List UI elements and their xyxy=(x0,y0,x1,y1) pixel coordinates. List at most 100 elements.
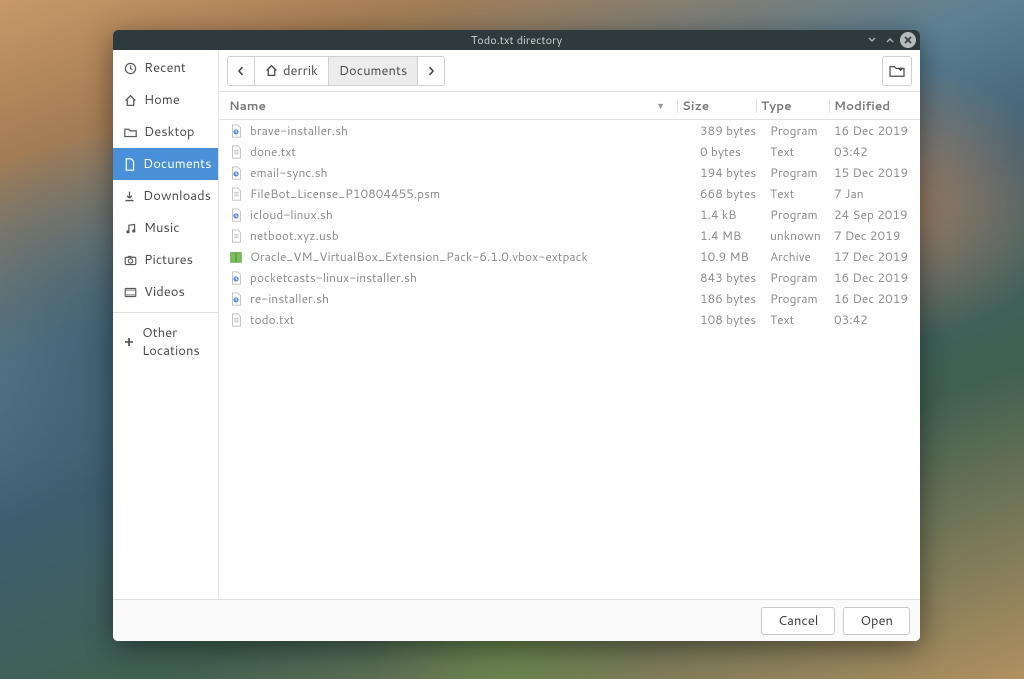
path-segment-home[interactable]: derrik xyxy=(255,57,329,85)
sidebar-item-downloads[interactable]: Downloads xyxy=(113,180,218,212)
file-row[interactable]: netboot.xyz.usb1.4 MBunknown7 Dec 2019 xyxy=(219,225,920,246)
file-name: netboot.xyz.usb xyxy=(250,227,339,244)
path-segment-label: derrik xyxy=(283,62,318,80)
file-type-icon xyxy=(229,229,243,243)
folder-icon xyxy=(123,126,137,139)
column-header-name[interactable]: Name ▼ xyxy=(219,97,673,114)
new-folder-button[interactable] xyxy=(882,56,912,86)
minimize-icon[interactable] xyxy=(864,32,880,48)
open-button[interactable]: Open xyxy=(843,607,910,635)
places-sidebar: Recent Home DesktopDocumentsDownloads Music… xyxy=(113,50,219,599)
column-header-size[interactable]: Size xyxy=(682,97,752,114)
file-modified: 24 Sep 2019 xyxy=(834,206,920,223)
file-row[interactable]: pocketcasts-linux-installer.sh 843 bytesP… xyxy=(219,267,920,288)
maximize-icon[interactable] xyxy=(882,32,898,48)
file-modified: 7 Jan xyxy=(834,185,920,202)
file-type: Program xyxy=(770,290,834,307)
file-modified: 03:42 xyxy=(834,311,920,328)
file-modified: 7 Dec 2019 xyxy=(834,227,920,244)
download-icon xyxy=(123,190,136,203)
file-name: re-installer.sh xyxy=(250,290,329,307)
video-icon xyxy=(123,286,137,299)
column-label: Name xyxy=(229,97,266,114)
sidebar-item-label: Videos xyxy=(144,283,185,301)
file-name: icloud-linux.sh xyxy=(250,206,333,223)
camera-icon xyxy=(123,254,137,267)
column-headers: Name ▼ Size Type Modified xyxy=(219,92,920,120)
window-title: Todo.txt directory xyxy=(471,32,562,48)
sidebar-item-recent[interactable]: Recent xyxy=(113,52,218,84)
sidebar-item-pictures[interactable]: Pictures xyxy=(113,244,218,276)
column-label: Type xyxy=(761,97,792,114)
file-size: 1.4 kB xyxy=(700,206,770,223)
file-type: Text xyxy=(770,143,834,160)
file-name: todo.txt xyxy=(250,311,294,328)
file-size: 843 bytes xyxy=(700,269,770,286)
file-type: Archive xyxy=(770,248,834,265)
file-name: pocketcasts-linux-installer.sh xyxy=(250,269,417,286)
path-forward-button[interactable] xyxy=(418,57,444,85)
file-row[interactable]: Oracle_VM_VirtualBox_Extension_Pack-6.1.… xyxy=(219,246,920,267)
sidebar-item-label: Music xyxy=(144,219,180,237)
plus-icon xyxy=(123,336,135,348)
file-size: 1.4 MB xyxy=(700,227,770,244)
file-type: Program xyxy=(770,122,834,139)
close-icon[interactable] xyxy=(900,32,916,48)
path-segment-current[interactable]: Documents xyxy=(329,57,419,85)
file-size: 108 bytes xyxy=(700,311,770,328)
sidebar-item-videos[interactable]: Videos xyxy=(113,276,218,308)
file-modified: 16 Dec 2019 xyxy=(834,122,920,139)
file-type-icon xyxy=(229,271,243,285)
file-size: 668 bytes xyxy=(700,185,770,202)
file-name: FileBot_License_P10804455.psm xyxy=(250,185,440,202)
column-label: Modified xyxy=(834,97,890,114)
file-type-icon xyxy=(229,124,243,138)
column-label: Size xyxy=(682,97,709,114)
file-row[interactable]: brave-installer.sh389 bytesProgram16 Dec… xyxy=(219,120,920,141)
file-type: Program xyxy=(770,269,834,286)
file-size: 10.9 MB xyxy=(700,248,770,265)
file-size: 194 bytes xyxy=(700,164,770,181)
file-size: 186 bytes xyxy=(700,290,770,307)
sidebar-item-other-locations[interactable]: Other Locations xyxy=(113,317,218,367)
file-modified: 16 Dec 2019 xyxy=(834,290,920,307)
file-type: Text xyxy=(770,185,834,202)
column-header-modified[interactable]: Modified xyxy=(834,97,920,114)
file-name: Oracle_VM_VirtualBox_Extension_Pack-6.1.… xyxy=(250,248,588,265)
path-back-button[interactable] xyxy=(228,57,255,85)
dialog-footer: Cancel Open xyxy=(113,599,920,641)
file-row[interactable]: icloud-linux.sh 1.4 kBProgram24 Sep 2019 xyxy=(219,204,920,225)
sidebar-item-documents[interactable]: Documents xyxy=(113,148,218,180)
file-row[interactable]: email-sync.sh194 bytesProgram15 Dec 2019 xyxy=(219,162,920,183)
path-segment-label: Documents xyxy=(339,62,408,80)
cancel-button[interactable]: Cancel xyxy=(761,607,835,635)
clock-icon xyxy=(123,62,137,75)
sort-indicator-icon: ▼ xyxy=(656,99,665,112)
sidebar-item-desktop[interactable]: Desktop xyxy=(113,116,218,148)
button-label: Cancel xyxy=(778,612,818,630)
file-type-icon xyxy=(229,208,243,222)
titlebar: Todo.txt directory xyxy=(113,30,920,50)
doc-icon xyxy=(123,158,136,171)
sidebar-item-home[interactable]: Home xyxy=(113,84,218,116)
path-bar: derrik Documents xyxy=(227,56,445,86)
sidebar-item-label: Other Locations xyxy=(142,324,208,360)
file-modified: 03:42 xyxy=(834,143,920,160)
file-row[interactable]: FileBot_License_P10804455.psm 668 bytesTe… xyxy=(219,183,920,204)
sidebar-item-label: Home xyxy=(144,91,180,109)
sidebar-item-music[interactable]: Music xyxy=(113,212,218,244)
sidebar-item-label: Pictures xyxy=(144,251,193,269)
file-size: 389 bytes xyxy=(700,122,770,139)
file-name: done.txt xyxy=(250,143,296,160)
file-type: Program xyxy=(770,206,834,223)
file-row[interactable]: done.txt0 bytesText03:42 xyxy=(219,141,920,162)
file-type-icon xyxy=(229,250,243,264)
file-row[interactable]: todo.txt108 bytesText03:42 xyxy=(219,309,920,330)
file-type-icon xyxy=(229,145,243,159)
file-row[interactable]: re-installer.sh 186 bytesProgram16 Dec 20… xyxy=(219,288,920,309)
file-chooser-dialog: Todo.txt directory RecentHomeDesktopDocu… xyxy=(113,30,920,641)
file-type-icon xyxy=(229,166,243,180)
column-header-type[interactable]: Type xyxy=(761,97,825,114)
file-modified: 17 Dec 2019 xyxy=(834,248,920,265)
home-icon xyxy=(265,64,278,77)
